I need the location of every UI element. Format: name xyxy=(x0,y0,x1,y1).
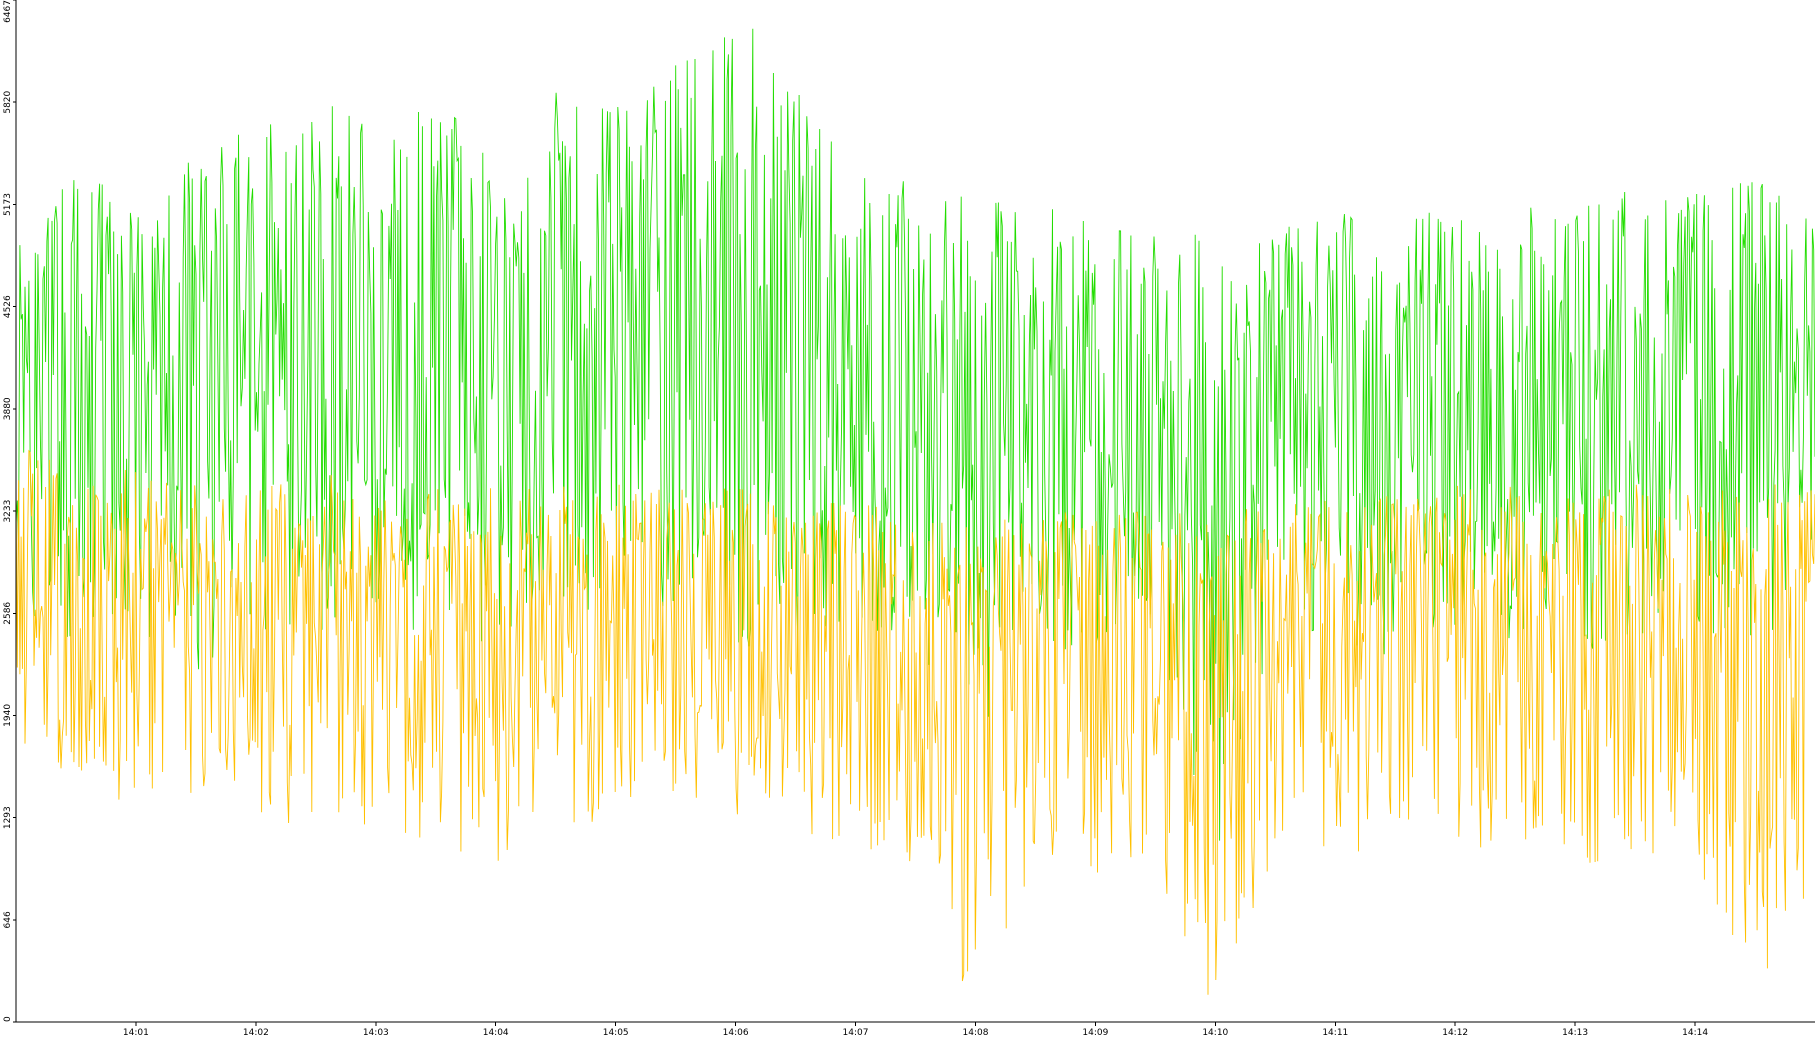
x-tick-label: 14:01 xyxy=(123,1028,149,1038)
x-tick-label: 14:04 xyxy=(483,1028,509,1038)
y-tick-label: 0 xyxy=(3,1016,13,1022)
y-tick-label: 3233 xyxy=(3,500,13,523)
x-tick-label: 14:03 xyxy=(363,1028,389,1038)
y-tick-label: 4526 xyxy=(3,295,13,318)
y-tick-label: 1940 xyxy=(3,704,13,727)
x-tick-label: 14:02 xyxy=(243,1028,269,1038)
x-tick-label: 14:12 xyxy=(1442,1028,1468,1038)
x-tick-label: 14:09 xyxy=(1082,1028,1108,1038)
x-tick-label: 14:06 xyxy=(723,1028,749,1038)
y-tick-label: 5173 xyxy=(3,193,13,216)
y-tick-label: 2586 xyxy=(3,602,13,625)
chart-svg: 0 646 1293 1940 2586 3233 3880 4526 5173 5820 6467… xyxy=(3,0,1815,1038)
x-tick-label: 14:05 xyxy=(603,1028,629,1038)
y-tick-label: 5820 xyxy=(3,90,13,113)
y-tick-label: 6467 xyxy=(3,0,13,23)
x-tick-label: 14:11 xyxy=(1322,1028,1348,1038)
series-layer xyxy=(15,28,1815,995)
chart: 0 646 1293 1940 2586 3233 3880 4526 5173 5820 6467… xyxy=(0,0,1815,1039)
x-tick-label: 14:13 xyxy=(1562,1028,1588,1038)
x-tick-label: 14:08 xyxy=(963,1028,989,1038)
x-tick-label: 14:14 xyxy=(1682,1028,1708,1038)
y-tick-label: 3880 xyxy=(3,397,13,420)
y-tick-label: 1293 xyxy=(3,806,13,829)
y-tick-label: 646 xyxy=(3,911,13,928)
x-tick-label: 14:07 xyxy=(843,1028,869,1038)
x-tick-label: 14:10 xyxy=(1202,1028,1228,1038)
